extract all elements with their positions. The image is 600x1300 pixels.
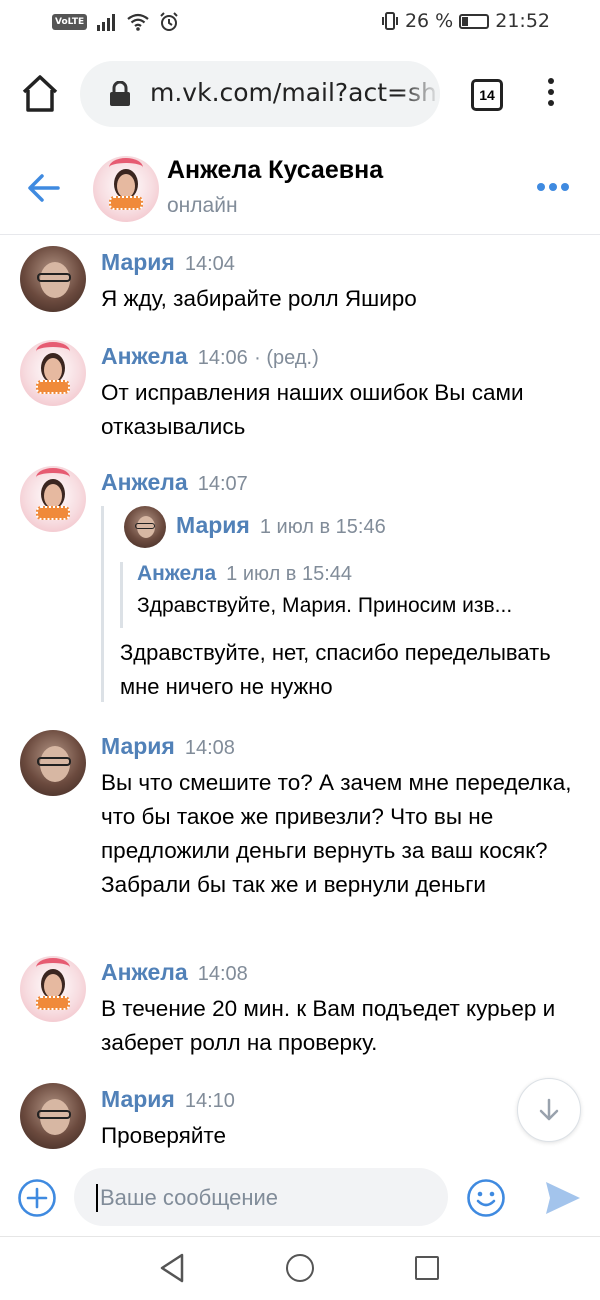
message-input[interactable]	[98, 1168, 432, 1228]
battery-percent: 26 %	[404, 10, 454, 32]
message-time: 14:08	[184, 737, 235, 759]
send-icon[interactable]	[544, 1180, 582, 1216]
signal-icon	[97, 14, 116, 31]
status-left: VoLTE	[52, 12, 179, 32]
message-composer	[0, 1160, 600, 1236]
nested-forwarded-message[interactable]: Анжела 1 июл в 15:44 Здравствуйте, Мария.…	[120, 562, 583, 628]
forwarded-time: 1 июл в 15:46	[259, 516, 386, 538]
status-right: 26 % 21:52	[381, 10, 550, 32]
system-nav-bar	[0, 1236, 600, 1300]
avatar[interactable]	[20, 340, 86, 406]
tab-switcher-button[interactable]: 14	[471, 79, 503, 111]
avatar[interactable]	[20, 1083, 86, 1149]
battery-icon	[459, 13, 490, 29]
message-time: 14:10	[184, 1090, 235, 1112]
nav-recents-icon[interactable]	[415, 1256, 439, 1280]
nested-forwarded-text: Здравствуйте, Мария. Приносим изв...	[137, 594, 513, 617]
scroll-down-button[interactable]	[517, 1078, 581, 1142]
nav-back-icon[interactable]	[158, 1253, 186, 1283]
message-text: От исправления наших ошибок Вы сами отка…	[101, 380, 524, 439]
browser-toolbar: m.vk.com/mail?act=sh 14	[0, 48, 600, 143]
chat-avatar[interactable]	[93, 156, 159, 222]
nested-forwarded-author[interactable]: Анжела 1 июл в 15:44	[137, 562, 352, 586]
forwarded-author[interactable]: Мария 1 июл в 15:46	[176, 512, 386, 539]
volte-indicator: VoLTE	[52, 14, 88, 30]
back-arrow-icon[interactable]	[26, 170, 62, 206]
message-time: 14:04	[184, 253, 235, 275]
vibrate-icon	[381, 12, 398, 30]
url-text: m.vk.com/mail?act=sh	[150, 78, 437, 107]
avatar[interactable]	[20, 246, 86, 312]
message-text: Проверяйте	[101, 1123, 226, 1148]
browser-menu-icon[interactable]	[546, 78, 556, 112]
nav-home-icon[interactable]	[286, 1254, 314, 1282]
message-text: Я жду, забирайте ролл Яширо	[101, 286, 417, 311]
home-icon[interactable]	[18, 72, 62, 116]
avatar[interactable]	[20, 466, 86, 532]
forwarded-avatar[interactable]	[124, 506, 166, 548]
message-text: В течение 20 мин. к Вам подъедет курьер …	[101, 996, 556, 1055]
message-time: 14:06	[197, 347, 248, 369]
attach-plus-icon[interactable]	[17, 1178, 57, 1218]
message-time: 14:08	[197, 963, 248, 985]
message-author[interactable]: Мария 14:04	[101, 249, 235, 276]
message-author[interactable]: Анжела 14:08	[101, 959, 248, 986]
forwarded-message[interactable]: Мария 1 июл в 15:46 Анжела 1 июл в 15:44 З…	[101, 506, 584, 702]
lock-icon	[110, 81, 130, 106]
address-bar[interactable]: m.vk.com/mail?act=sh	[80, 61, 440, 127]
status-bar: VoLTE 26 % 21:52	[0, 0, 600, 48]
message-author[interactable]: Анжела 14:06 · (ред.)	[101, 343, 319, 370]
message-time: 14:07	[197, 473, 248, 495]
avatar[interactable]	[20, 730, 86, 796]
alarm-icon	[160, 12, 178, 31]
message-input-box[interactable]	[74, 1168, 448, 1228]
status-time: 21:52	[495, 10, 550, 32]
arrow-down-icon	[539, 1098, 559, 1121]
avatar[interactable]	[20, 956, 86, 1022]
message-author[interactable]: Мария 14:08	[101, 733, 235, 760]
nested-forwarded-time: 1 июл в 15:44	[226, 563, 353, 585]
emoji-icon[interactable]	[466, 1178, 506, 1218]
edited-label: · (ред.)	[254, 347, 319, 369]
chat-header: Анжела Кусаевна онлайн	[0, 142, 600, 235]
more-options-icon[interactable]	[537, 183, 569, 191]
chat-title[interactable]: Анжела Кусаевна	[167, 156, 383, 185]
message-author[interactable]: Мария 14:10	[101, 1086, 235, 1113]
message-text: Вы что смешите то? А зачем мне переделка…	[101, 770, 572, 897]
url-fade	[400, 61, 440, 127]
wifi-icon	[127, 13, 149, 31]
message-author[interactable]: Анжела 14:07	[101, 469, 248, 496]
chat-status: онлайн	[167, 194, 238, 217]
forwarded-text: Здравствуйте, нет, спасибо переделывать …	[120, 640, 551, 699]
